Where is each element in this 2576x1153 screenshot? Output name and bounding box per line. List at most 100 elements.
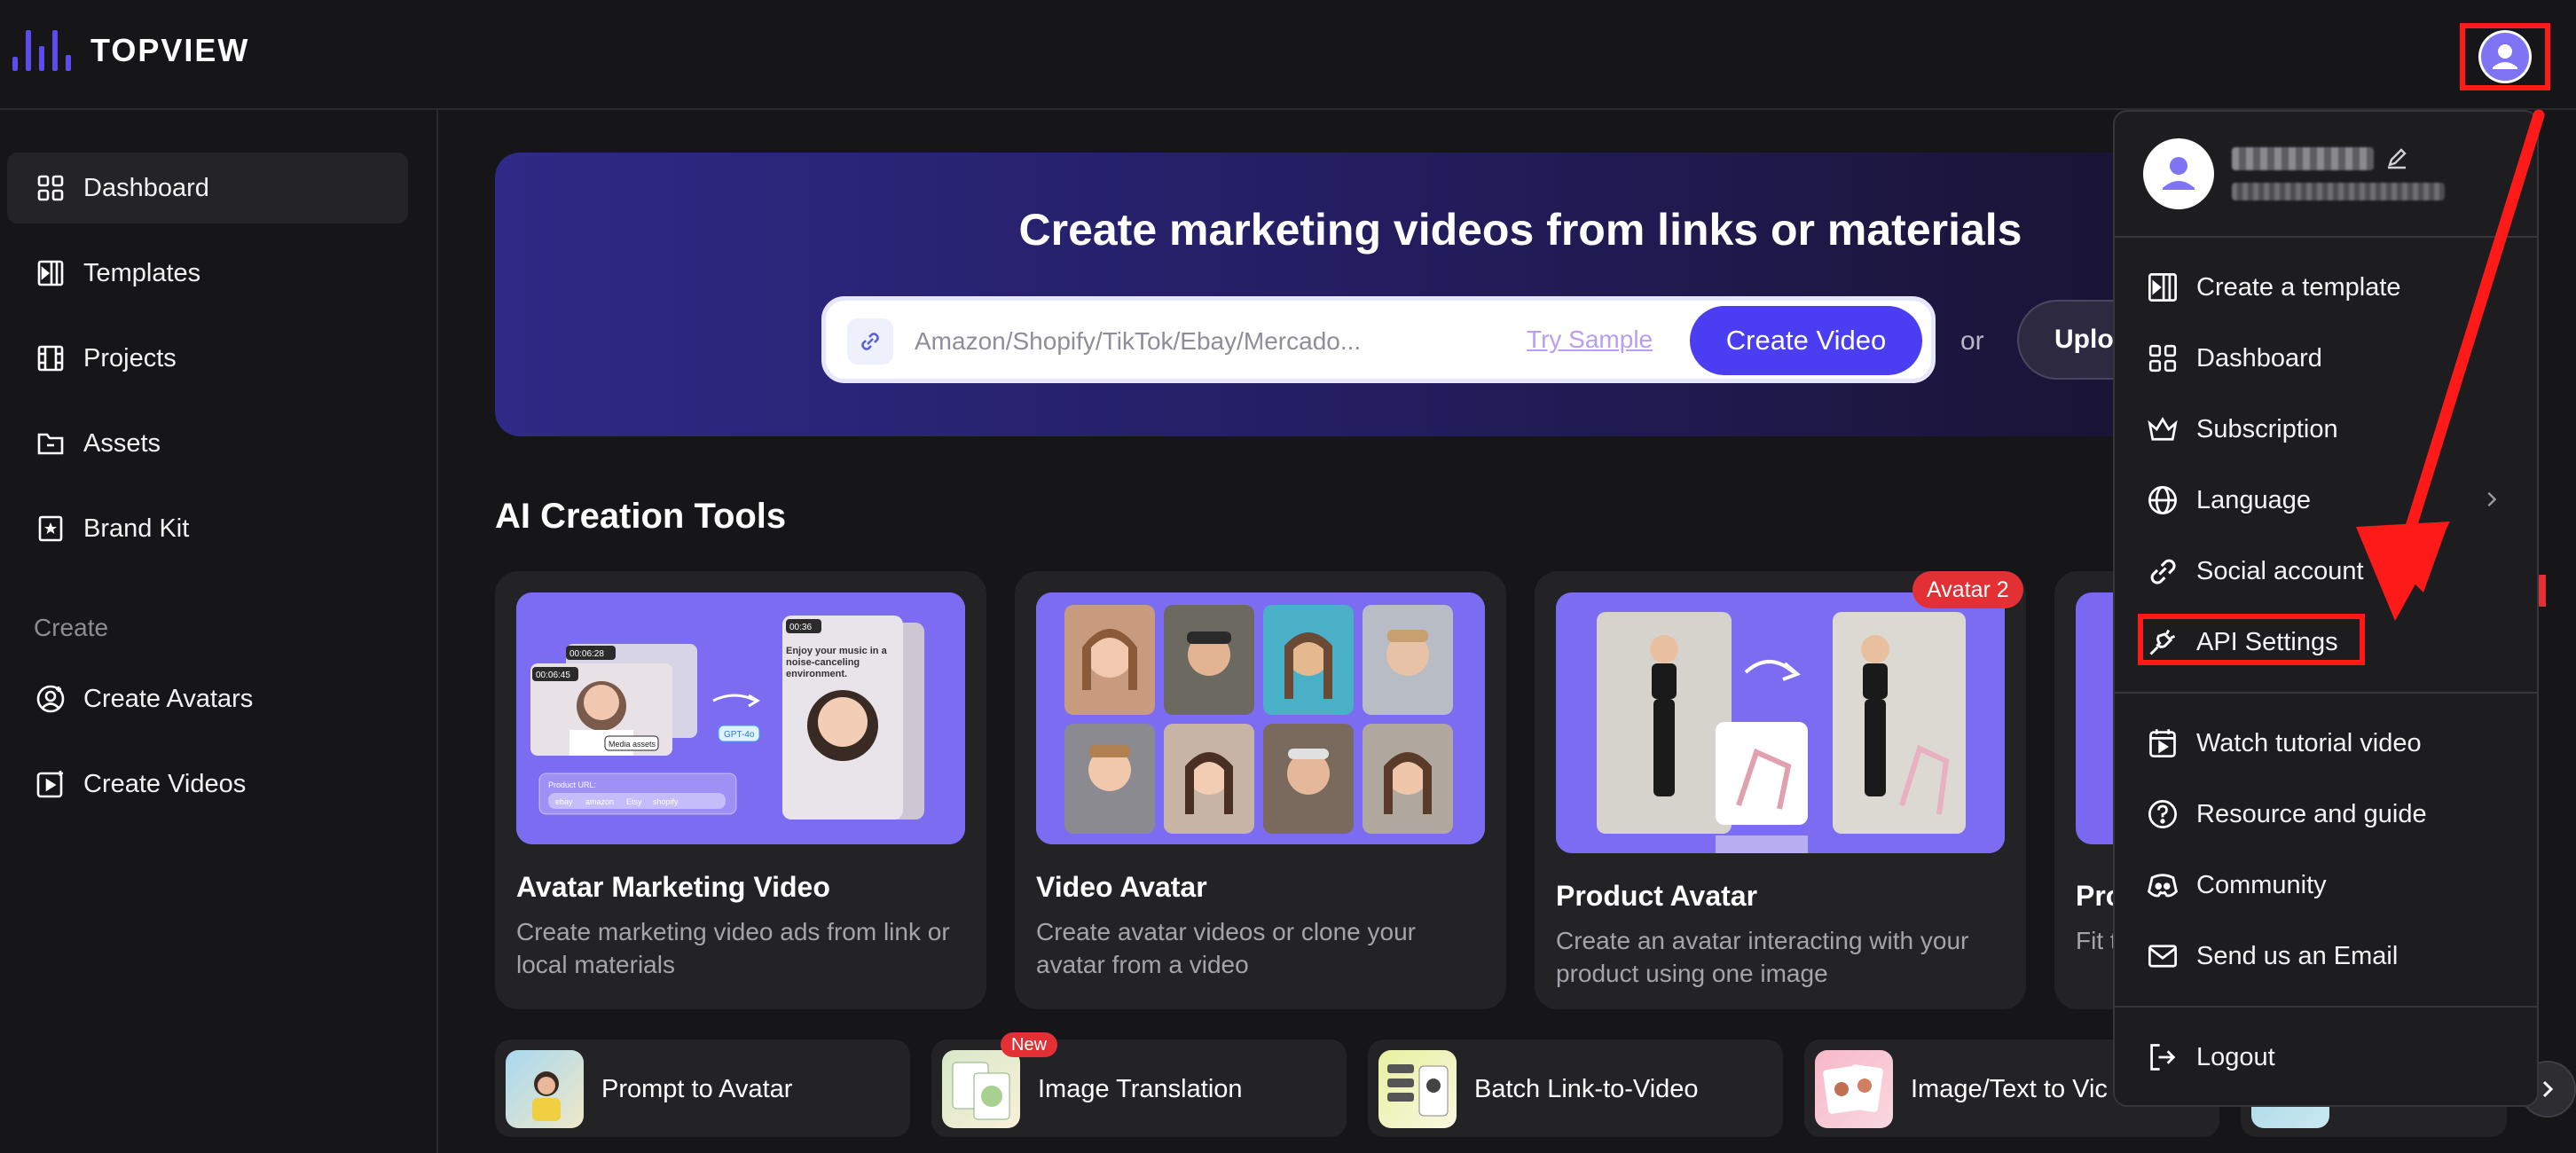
menu-item-label: Create a template — [2196, 272, 2401, 302]
link-icon — [2145, 553, 2180, 589]
card-title: Product Avatar — [1556, 880, 1758, 912]
image-text-thumb — [1815, 1050, 1893, 1128]
sidebar-item-dashboard[interactable]: Dashboard — [7, 153, 408, 224]
mini-tool-prompt-to-avatar[interactable]: Prompt to Avatar — [495, 1039, 910, 1137]
calendar-play-icon — [2145, 726, 2180, 761]
store-etsy: Etsy — [626, 797, 642, 806]
tool-card-product-avatar[interactable]: Product Avatar Create an avatar interact… — [1535, 571, 2026, 1009]
avatar-grid-illustration — [1036, 592, 1485, 844]
sidebar-item-label: Brand Kit — [83, 514, 190, 543]
sidebar-item-create-videos[interactable]: Create Videos — [7, 749, 408, 820]
menu-item-subscription[interactable]: Subscription — [2136, 401, 2519, 458]
edit-name-button[interactable] — [2383, 144, 2411, 172]
avatar-2-badge: Avatar 2 — [1912, 571, 2023, 608]
prompt-to-avatar-thumb — [506, 1050, 584, 1128]
sidebar-item-label: Dashboard — [83, 173, 209, 202]
mini-tool-batch-link-to-video[interactable]: Batch Link-to-Video — [1368, 1039, 1783, 1137]
product-url-label: Product URL: — [548, 780, 596, 789]
marketing-video-illustration: 00:06:28 00:06:45 Media assets GPT-4o 00… — [516, 592, 965, 844]
sidebar-item-label: Templates — [83, 258, 201, 287]
logo-mark-icon — [12, 30, 71, 71]
discord-icon — [2145, 867, 2180, 903]
question-icon — [2145, 796, 2180, 832]
top-header: TOPVIEW — [0, 0, 2576, 110]
mini-tool-label: Prompt to Avatar — [601, 1075, 793, 1103]
store-ebay: ebay — [555, 797, 573, 806]
api-settings-highlight — [2138, 614, 2365, 665]
menu-item-social-account[interactable]: Social account — [2136, 543, 2519, 600]
user-icon — [2481, 33, 2529, 81]
batch-link-thumb — [1378, 1050, 1457, 1128]
blurred-username — [2232, 147, 2374, 170]
mini-tool-label: Batch Link-to-Video — [1474, 1075, 1699, 1103]
mini-tool-label: Image Translation — [1038, 1075, 1243, 1103]
video-add-icon — [35, 769, 66, 799]
image-translation-thumb — [942, 1050, 1020, 1128]
avatar[interactable] — [2143, 138, 2214, 209]
card-thumbnail — [1556, 592, 2005, 853]
tool-card-avatar-marketing-video[interactable]: 00:06:28 00:06:45 Media assets GPT-4o 00… — [495, 571, 986, 1009]
link-input[interactable] — [915, 322, 1500, 361]
tool-card-video-avatar[interactable]: Video Avatar Create avatar videos or clo… — [1015, 571, 1506, 1009]
try-sample-link[interactable]: Try Sample — [1527, 326, 1653, 354]
user-icon — [2145, 140, 2212, 208]
link-icon — [847, 318, 893, 365]
menu-item-language[interactable]: Language — [2136, 472, 2519, 529]
menu-item-create-template[interactable]: Create a template — [2136, 259, 2519, 316]
sidebar-item-projects[interactable]: Projects — [7, 323, 408, 394]
logo[interactable]: TOPVIEW — [12, 30, 249, 71]
speech-bubble-text: Enjoy your music in a noise-canceling en… — [786, 646, 887, 679]
chevron-right-icon — [2542, 1080, 2554, 1098]
sidebar-item-label: Projects — [83, 343, 177, 373]
mini-tool-label: Image/Text to Vic — [1911, 1075, 2108, 1103]
pencil-icon — [2388, 148, 2407, 169]
menu-item-resource-guide[interactable]: Resource and guide — [2136, 786, 2519, 843]
menu-item-label: Language — [2196, 485, 2312, 514]
translation-icon — [952, 1062, 1010, 1120]
bookmark-star-icon — [35, 514, 66, 544]
menu-item-label: Resource and guide — [2196, 799, 2427, 828]
timestamp-1: 00:06:28 — [569, 649, 604, 659]
menu-item-community[interactable]: Community — [2136, 857, 2519, 914]
menu-item-label: Subscription — [2196, 414, 2338, 443]
sidebar-item-templates[interactable]: Templates — [7, 238, 408, 309]
menu-item-dashboard[interactable]: Dashboard — [2136, 330, 2519, 387]
menu-item-label: Watch tutorial video — [2196, 728, 2422, 757]
menu-item-watch-tutorial[interactable]: Watch tutorial video — [2136, 715, 2519, 772]
mail-icon — [2145, 938, 2180, 974]
card-title: Video Avatar — [1036, 871, 1207, 903]
portrait-icon — [532, 1071, 561, 1121]
logo-text: TOPVIEW — [90, 32, 250, 68]
template-icon — [2145, 270, 2180, 305]
or-label: or — [1960, 326, 1984, 356]
card-description: Create marketing video ads from link or … — [516, 918, 950, 978]
section-title-ai-tools: AI Creation Tools — [495, 497, 787, 536]
sidebar-item-brand-kit[interactable]: Brand Kit — [7, 493, 408, 564]
sidebar-item-create-avatars[interactable]: Create Avatars — [7, 663, 408, 734]
card-description: Create an avatar interacting with your p… — [1556, 927, 1969, 987]
user-avatar-button[interactable] — [2460, 23, 2550, 90]
batch-icon — [1387, 1064, 1449, 1117]
menu-divider — [2115, 692, 2537, 694]
mini-tool-image-translation[interactable]: New Image Translation — [931, 1032, 1347, 1137]
menu-item-logout[interactable]: Logout — [2136, 1029, 2519, 1086]
avatar — [2478, 30, 2532, 83]
sidebar-section-create: Create — [34, 614, 109, 641]
user-add-icon — [35, 684, 66, 714]
card-thumbnail — [1036, 592, 1485, 844]
sidebar-item-assets[interactable]: Assets — [7, 408, 408, 479]
link-search-box: Try Sample Create Video — [821, 296, 1936, 383]
film-icon — [35, 343, 66, 373]
chevron-right-icon — [2482, 490, 2501, 509]
sidebar-item-label: Create Avatars — [83, 684, 254, 713]
user-dropdown-menu: Create a template Dashboard Subscription… — [2113, 110, 2539, 1107]
new-badge: New — [1001, 1032, 1058, 1057]
menu-user-header — [2115, 112, 2537, 238]
sidebar-item-label: Assets — [83, 428, 161, 458]
app-root: TOPVIEW Dashboard Templates Projects Ass… — [0, 0, 2576, 1153]
menu-item-send-email[interactable]: Send us an Email — [2136, 928, 2519, 984]
card-thumbnail: 00:06:28 00:06:45 Media assets GPT-4o 00… — [516, 592, 965, 844]
folder-icon — [35, 428, 66, 459]
menu-divider — [2115, 1006, 2537, 1008]
create-video-button[interactable]: Create Video — [1690, 306, 1922, 375]
